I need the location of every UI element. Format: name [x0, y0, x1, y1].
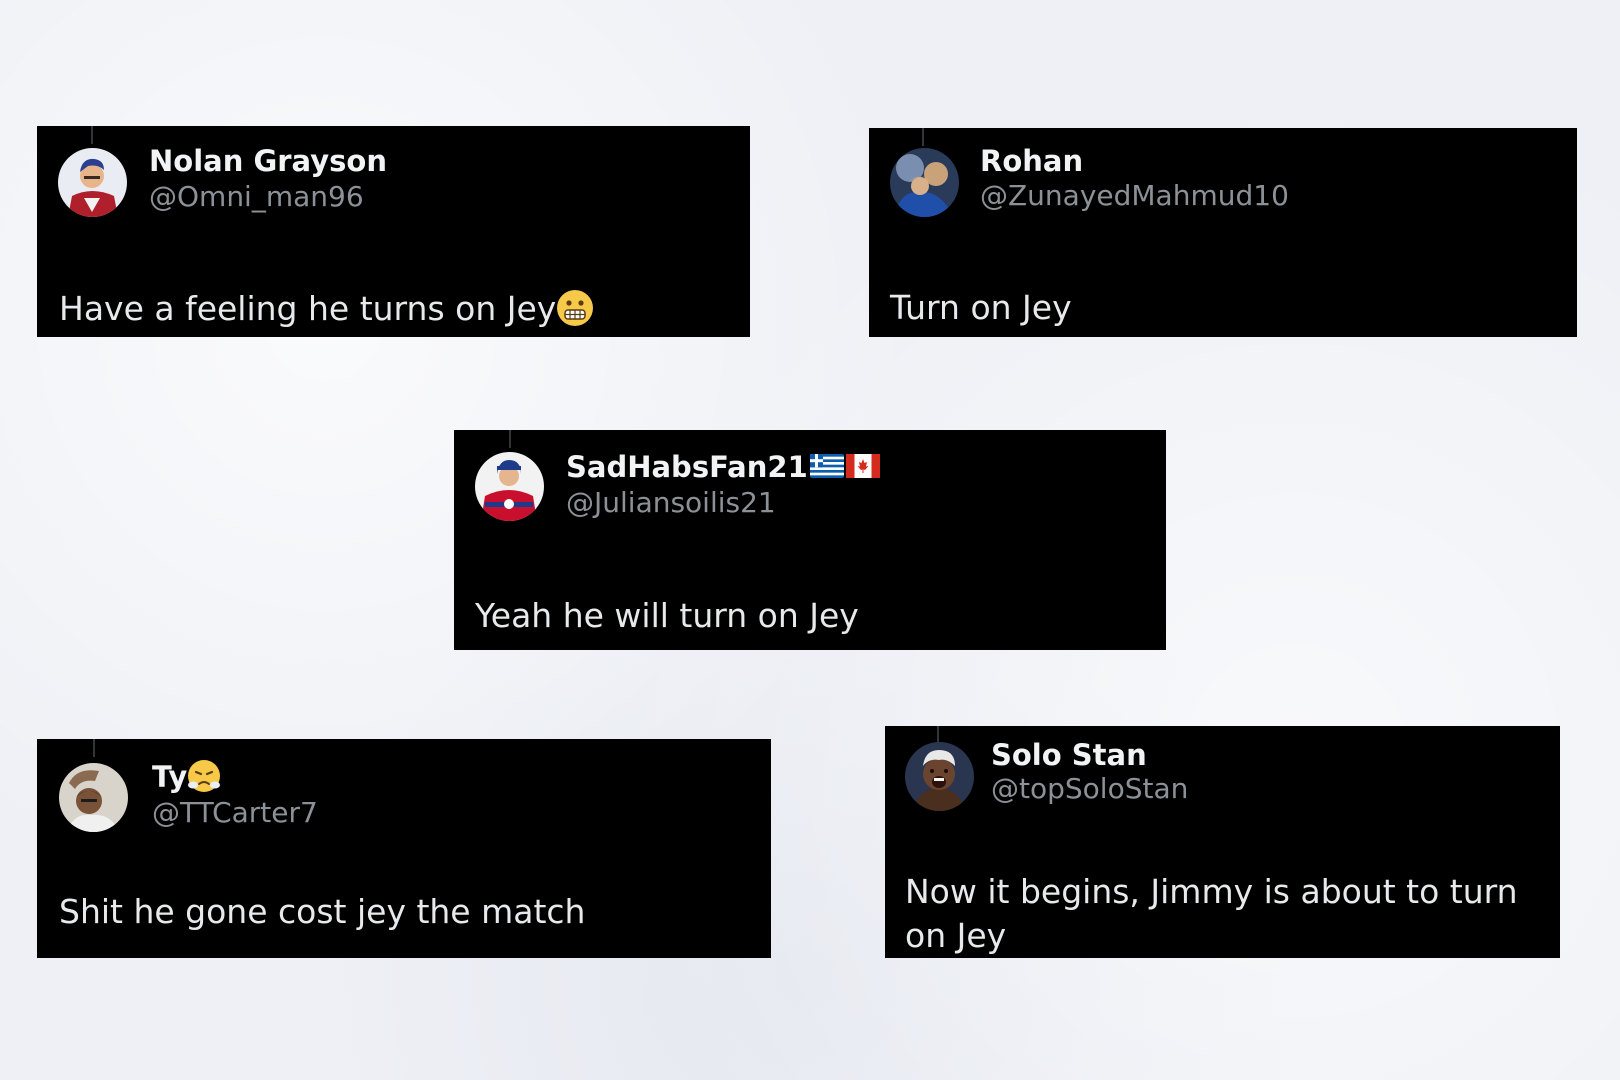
tweet-text: Shit he gone cost jey the match	[59, 892, 586, 931]
display-name[interactable]: Solo Stan	[991, 738, 1147, 772]
thread-line	[509, 430, 511, 448]
grimacing-face-emoji-icon	[556, 289, 594, 327]
display-name[interactable]: Ty	[152, 760, 221, 796]
avatar[interactable]	[58, 148, 127, 217]
avatar[interactable]	[890, 148, 959, 217]
wrestler-photo-avatar-icon	[905, 742, 974, 811]
tweet-card-rohan[interactable]: Rohan @ZunayedMahmud10 Turn on Jey	[869, 128, 1577, 337]
tweet-text: Now it begins, Jimmy is about to turn on…	[905, 872, 1518, 955]
user-handle[interactable]: @Juliansoilis21	[566, 486, 776, 520]
tweet-card-sadhabsfan21[interactable]: SadHabsFan21 @Juliansoilis21 Yeah he wil…	[454, 430, 1166, 650]
tweet-text: Turn on Jey	[890, 288, 1072, 327]
greece-flag-emoji-icon	[809, 454, 844, 478]
person-photo-avatar-icon	[59, 763, 128, 832]
avatar[interactable]	[59, 763, 128, 832]
user-handle[interactable]: @TTCarter7	[152, 796, 318, 830]
cartoon-superhero-avatar-icon	[58, 148, 127, 217]
display-name[interactable]: Rohan	[980, 144, 1083, 178]
thread-line	[93, 739, 95, 757]
face-with-steam-emoji-icon	[187, 759, 221, 793]
tweet-card-solo-stan[interactable]: Solo Stan @topSoloStan Now it begins, Ji…	[885, 726, 1560, 958]
avatar[interactable]	[475, 452, 544, 521]
display-name-text: SadHabsFan21	[566, 450, 808, 484]
tweet-card-nolan-grayson[interactable]: Nolan Grayson @Omni_man96 Have a feeling…	[37, 126, 750, 337]
user-handle[interactable]: @ZunayedMahmud10	[980, 179, 1289, 213]
user-handle[interactable]: @Omni_man96	[149, 180, 364, 214]
thread-line	[922, 128, 924, 146]
hockey-player-avatar-icon	[475, 452, 544, 521]
tweet-text-content: Have a feeling he turns on Jey	[59, 289, 557, 328]
canada-flag-emoji-icon	[845, 454, 880, 478]
thread-line	[91, 126, 93, 144]
photo-avatar-icon	[890, 148, 959, 217]
tweet-text: Yeah he will turn on Jey	[475, 596, 859, 635]
display-name[interactable]: SadHabsFan21	[566, 450, 880, 484]
avatar[interactable]	[905, 742, 974, 811]
tweet-text: Have a feeling he turns on Jey	[59, 287, 594, 331]
user-handle[interactable]: @topSoloStan	[991, 772, 1188, 806]
display-name-text: Ty	[152, 760, 188, 794]
tweet-card-ty[interactable]: Ty @TTCarter7 Shit he gone cost jey the …	[37, 739, 771, 958]
display-name[interactable]: Nolan Grayson	[149, 144, 387, 178]
